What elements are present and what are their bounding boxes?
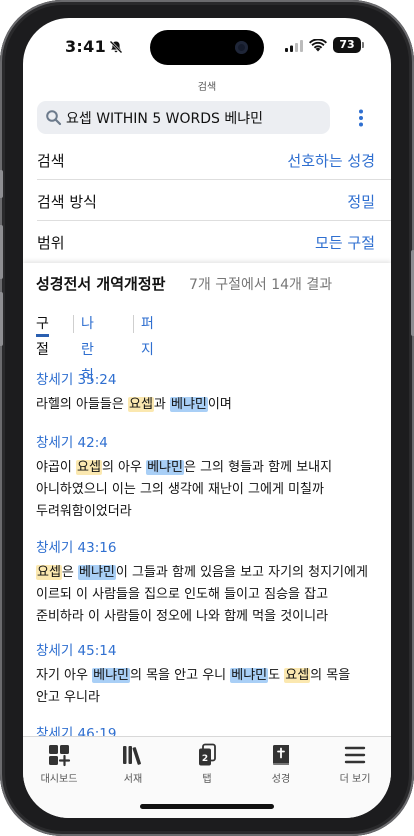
tab-divider bbox=[133, 315, 134, 333]
highlight-joseph: 요셉 bbox=[76, 460, 102, 475]
volume-up-button bbox=[0, 225, 3, 279]
highlight-benjamin: 베냐민 bbox=[146, 460, 184, 475]
tabs-count-badge: 2 bbox=[202, 754, 208, 764]
search-range-row[interactable]: 범위 모든 구절 bbox=[37, 221, 391, 262]
search-scope-row[interactable]: 검색 선호하는 성경 bbox=[37, 139, 391, 180]
camera-icon bbox=[235, 41, 248, 54]
tab-verses[interactable]: 구절 bbox=[36, 311, 49, 358]
highlight-joseph: 요셉 bbox=[284, 668, 311, 683]
tab-label: 대시보드 bbox=[40, 774, 78, 785]
dynamic-island bbox=[150, 30, 264, 65]
more-options-icon[interactable] bbox=[353, 108, 369, 128]
status-bar: 3:41 73 bbox=[23, 18, 391, 72]
bible-icon bbox=[273, 745, 289, 766]
highlight-benjamin: 베냐민 bbox=[78, 565, 116, 580]
verse-reference[interactable]: 창세기 42:4 bbox=[36, 431, 376, 453]
verse-text: 야곱이 요셉의 아우 베냐민은 그의 형들과 함께 보내지 아니하였으니 이는 … bbox=[36, 460, 333, 519]
dashboard-icon bbox=[49, 745, 71, 767]
tab-divider bbox=[73, 315, 74, 333]
tab-label: 더 보기 bbox=[339, 774, 371, 785]
highlight-benjamin: 베냐민 bbox=[170, 397, 208, 412]
page-title: 검색 bbox=[197, 82, 217, 93]
search-bar[interactable] bbox=[37, 101, 330, 134]
tab-tabs[interactable]: 2 탭 bbox=[176, 743, 238, 785]
tab-library[interactable]: 서재 bbox=[102, 743, 164, 785]
search-method-value[interactable]: 정밀 bbox=[347, 191, 375, 212]
library-icon bbox=[123, 746, 141, 765]
verse-result[interactable]: 창세기 46:19 bbox=[36, 722, 376, 736]
tab-dashboard[interactable]: 대시보드 bbox=[28, 743, 90, 785]
verse-text: 라헬의 아들들은 요셉과 베냐민이며 bbox=[36, 397, 232, 412]
search-input[interactable] bbox=[66, 101, 326, 134]
verse-text: 자기 아우 베냐민의 목을 안고 우니 베냐민도 요셉의 목을 안고 우니라 bbox=[36, 668, 351, 705]
screen: 3:41 73 검색 요셉 WITHIN 5 WORDS 베냐민 검색 선호하는… bbox=[23, 18, 391, 818]
silent-bell-icon bbox=[109, 40, 123, 54]
highlight-joseph: 요셉 bbox=[128, 397, 154, 412]
search-method-row[interactable]: 검색 방식 정밀 bbox=[37, 180, 391, 221]
verse-reference[interactable]: 창세기 35:24 bbox=[36, 368, 376, 390]
search-range-value[interactable]: 모든 구절 bbox=[315, 232, 375, 253]
tab-fuzzy[interactable]: 퍼지 bbox=[141, 311, 154, 358]
verse-result[interactable]: 창세기 45:14 자기 아우 베냐민의 목을 안고 우니 베냐민도 요셉의 목… bbox=[36, 639, 376, 709]
search-scope-label: 검색 bbox=[37, 152, 65, 170]
verse-result[interactable]: 창세기 35:24 라헬의 아들들은 요셉과 베냐민이며 bbox=[36, 368, 376, 416]
result-count: 7개 구절에서 14개 결과 bbox=[189, 277, 333, 293]
home-indicator[interactable] bbox=[140, 804, 274, 809]
highlight-benjamin: 베냐민 bbox=[230, 668, 269, 683]
cellular-signal-icon bbox=[285, 40, 303, 52]
bible-version-title: 성경전서 개역개정판 bbox=[36, 275, 166, 293]
status-time: 3:41 bbox=[65, 37, 106, 56]
tab-label: 탭 bbox=[202, 774, 212, 785]
tab-parallel[interactable]: 나란히 bbox=[81, 311, 94, 384]
battery-indicator: 73 bbox=[333, 37, 364, 53]
verse-reference[interactable]: 창세기 45:14 bbox=[36, 639, 376, 661]
highlight-benjamin: 베냐민 bbox=[92, 668, 130, 683]
search-range-label: 범위 bbox=[37, 234, 65, 252]
volume-down-button bbox=[0, 292, 3, 346]
verse-text: 요셉은 베냐민이 그들과 함께 있음을 보고 자기의 청지기에게 이르되 이 사… bbox=[36, 565, 368, 624]
tab-label: 성경 bbox=[271, 774, 291, 785]
search-icon bbox=[46, 110, 62, 126]
results-panel: 성경전서 개역개정판 7개 구절에서 14개 결과 구절 나란히 퍼지 창세기 … bbox=[23, 263, 391, 736]
verse-reference[interactable]: 창세기 43:16 bbox=[36, 536, 376, 558]
verse-result[interactable]: 창세기 42:4 야곱이 요셉의 아우 베냐민은 그의 형들과 함께 보내지 아… bbox=[36, 431, 376, 523]
tab-label: 서재 bbox=[123, 774, 143, 785]
menu-icon bbox=[344, 746, 366, 764]
tab-bible[interactable]: 성경 bbox=[250, 743, 312, 785]
verse-result[interactable]: 창세기 43:16 요셉은 베냐민이 그들과 함께 있음을 보고 자기의 청지기… bbox=[36, 536, 376, 628]
search-scope-value[interactable]: 선호하는 성경 bbox=[287, 150, 375, 171]
mute-switch bbox=[0, 170, 3, 198]
tabs-icon: 2 bbox=[199, 743, 216, 766]
wifi-icon bbox=[309, 39, 327, 52]
highlight-joseph: 요셉 bbox=[36, 565, 62, 580]
verse-reference[interactable]: 창세기 46:19 bbox=[36, 722, 376, 736]
tab-more[interactable]: 더 보기 bbox=[324, 743, 386, 785]
search-method-label: 검색 방식 bbox=[37, 193, 97, 211]
